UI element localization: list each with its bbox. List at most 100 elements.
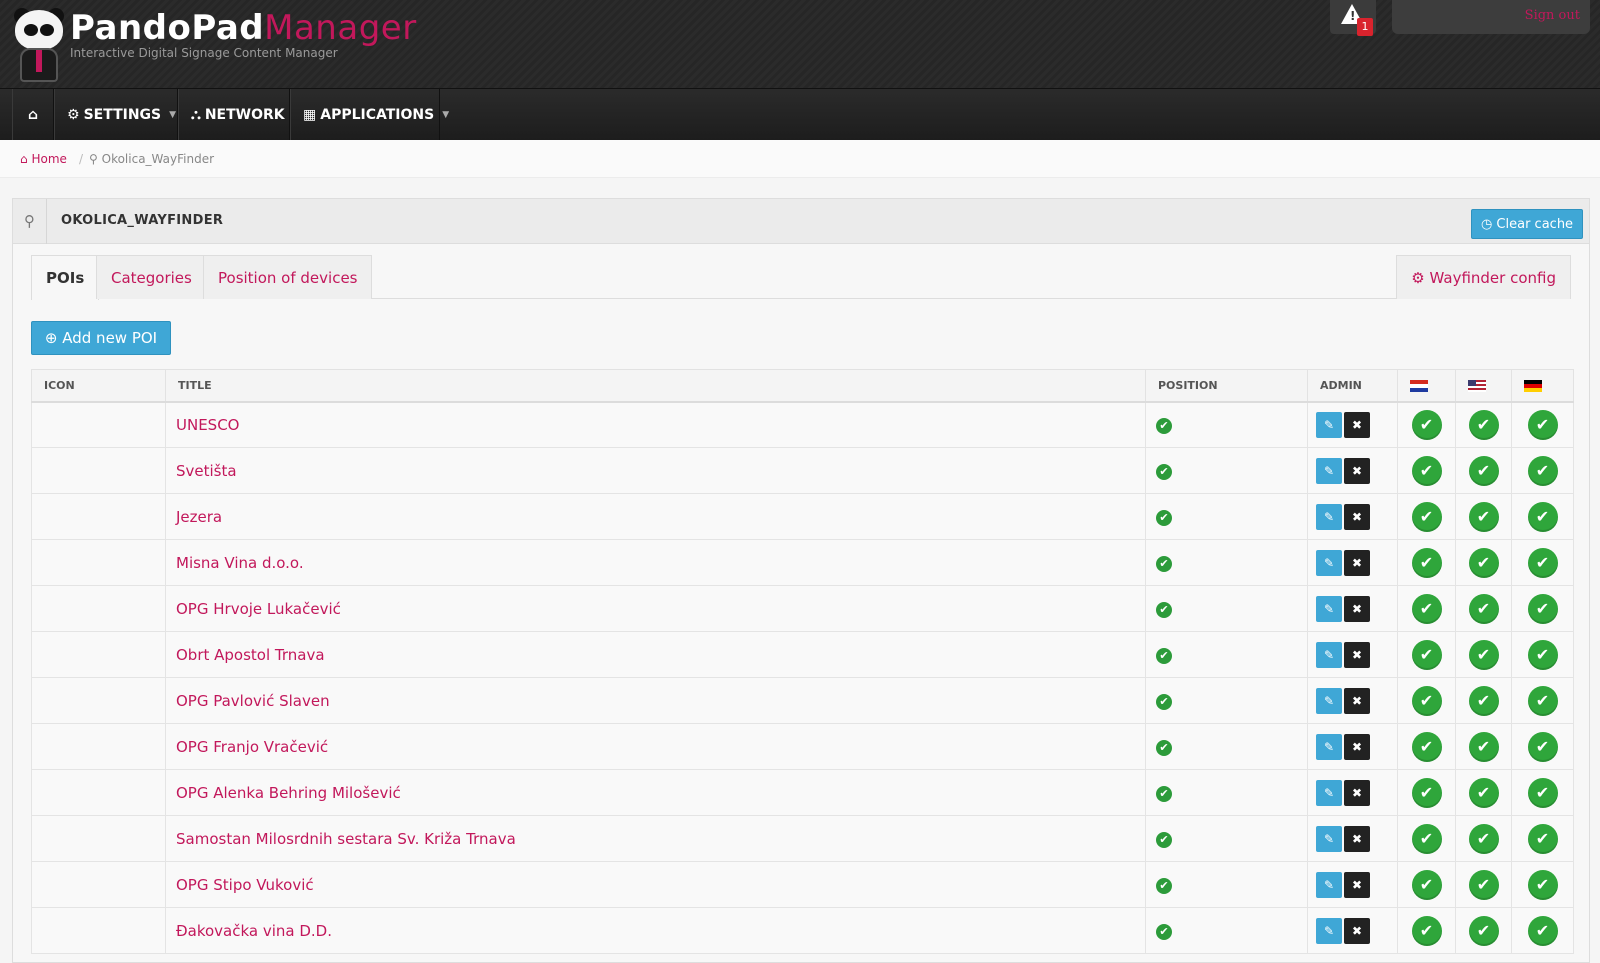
check-circle-icon[interactable]: ✔ (1411, 593, 1442, 624)
breadcrumb-home[interactable]: ⌂ Home (20, 152, 67, 166)
check-circle-icon[interactable]: ✔ (1527, 639, 1558, 670)
table-row[interactable]: Obrt Apostol Trnava ✔ ✎ ✖ ✔ ✔ ✔ (31, 631, 1574, 678)
table-row[interactable]: OPG Hrvoje Lukačević ✔ ✎ ✖ ✔ ✔ ✔ (31, 585, 1574, 632)
delete-button[interactable]: ✖ (1344, 825, 1370, 852)
tab-pois[interactable]: POIs (31, 255, 100, 300)
wayfinder-config-button[interactable]: ⚙ Wayfinder config (1396, 255, 1571, 299)
table-row[interactable]: OPG Franjo Vračević ✔ ✎ ✖ ✔ ✔ ✔ (31, 723, 1574, 770)
check-circle-icon[interactable]: ✔ (1468, 455, 1499, 486)
poi-title-link[interactable]: OPG Hrvoje Lukačević (165, 585, 1146, 632)
check-circle-icon[interactable]: ✔ (1411, 915, 1442, 946)
app-logo[interactable]: PandoPadManager Interactive Digital Sign… (12, 8, 417, 84)
edit-button[interactable]: ✎ (1316, 457, 1342, 484)
delete-button[interactable]: ✖ (1344, 641, 1370, 668)
check-circle-icon[interactable]: ✔ (1411, 501, 1442, 532)
table-row[interactable]: Svetišta ✔ ✎ ✖ ✔ ✔ ✔ (31, 447, 1574, 494)
delete-button[interactable]: ✖ (1344, 411, 1370, 438)
table-row[interactable]: OPG Alenka Behring Milošević ✔ ✎ ✖ ✔ ✔ ✔ (31, 769, 1574, 816)
check-circle-icon[interactable]: ✔ (1527, 869, 1558, 900)
check-circle-icon[interactable]: ✔ (1468, 915, 1499, 946)
edit-button[interactable]: ✎ (1316, 871, 1342, 898)
delete-button[interactable]: ✖ (1344, 503, 1370, 530)
column-header-position[interactable]: POSITION (1145, 369, 1308, 403)
edit-button[interactable]: ✎ (1316, 825, 1342, 852)
delete-button[interactable]: ✖ (1344, 687, 1370, 714)
check-circle-icon[interactable]: ✔ (1468, 593, 1499, 624)
check-circle-icon[interactable]: ✔ (1411, 547, 1442, 578)
nav-network[interactable]: ⛬ NETWORK (178, 89, 290, 141)
edit-button[interactable]: ✎ (1316, 917, 1342, 944)
sign-out-link[interactable]: Sign out (1525, 8, 1580, 23)
check-circle-icon[interactable]: ✔ (1468, 409, 1499, 440)
check-circle-icon[interactable]: ✔ (1468, 547, 1499, 578)
check-circle-icon[interactable]: ✔ (1411, 777, 1442, 808)
edit-button[interactable]: ✎ (1316, 733, 1342, 760)
poi-title-link[interactable]: Đakovačka vina D.D. (165, 907, 1146, 954)
poi-title-link[interactable]: OPG Pavlović Slaven (165, 677, 1146, 724)
check-circle-icon[interactable]: ✔ (1411, 639, 1442, 670)
check-circle-icon[interactable]: ✔ (1411, 685, 1442, 716)
table-row[interactable]: OPG Pavlović Slaven ✔ ✎ ✖ ✔ ✔ ✔ (31, 677, 1574, 724)
check-circle-icon[interactable]: ✔ (1411, 455, 1442, 486)
check-circle-icon[interactable]: ✔ (1527, 777, 1558, 808)
poi-title-link[interactable]: Obrt Apostol Trnava (165, 631, 1146, 678)
edit-button[interactable]: ✎ (1316, 641, 1342, 668)
add-new-poi-button[interactable]: ⊕ Add new POI (31, 321, 171, 355)
poi-title-link[interactable]: OPG Franjo Vračević (165, 723, 1146, 770)
check-circle-icon[interactable]: ✔ (1527, 731, 1558, 762)
edit-button[interactable]: ✎ (1316, 549, 1342, 576)
delete-button[interactable]: ✖ (1344, 917, 1370, 944)
table-row[interactable]: Misna Vina d.o.o. ✔ ✎ ✖ ✔ ✔ ✔ (31, 539, 1574, 586)
poi-title-link[interactable]: Jezera (165, 493, 1146, 540)
table-row[interactable]: Jezera ✔ ✎ ✖ ✔ ✔ ✔ (31, 493, 1574, 540)
poi-title-link[interactable]: Misna Vina d.o.o. (165, 539, 1146, 586)
check-circle-icon[interactable]: ✔ (1468, 823, 1499, 854)
check-circle-icon[interactable]: ✔ (1527, 593, 1558, 624)
poi-title-link[interactable]: OPG Alenka Behring Milošević (165, 769, 1146, 816)
delete-button[interactable]: ✖ (1344, 595, 1370, 622)
edit-button[interactable]: ✎ (1316, 779, 1342, 806)
table-row[interactable]: Đakovačka vina D.D. ✔ ✎ ✖ ✔ ✔ ✔ (31, 907, 1574, 954)
column-header-icon[interactable]: ICON (31, 369, 166, 403)
check-circle-icon[interactable]: ✔ (1527, 823, 1558, 854)
check-circle-icon[interactable]: ✔ (1468, 501, 1499, 532)
check-circle-icon[interactable]: ✔ (1468, 685, 1499, 716)
check-circle-icon[interactable]: ✔ (1527, 915, 1558, 946)
check-circle-icon[interactable]: ✔ (1527, 455, 1558, 486)
tab-categories[interactable]: Categories (96, 255, 207, 299)
column-header-title[interactable]: TITLE (165, 369, 1146, 403)
tab-position-of-devices[interactable]: Position of devices (203, 255, 373, 299)
nav-home[interactable]: ⌂ (12, 89, 54, 141)
user-menu[interactable]: Sign out (1392, 0, 1590, 34)
delete-button[interactable]: ✖ (1344, 733, 1370, 760)
delete-button[interactable]: ✖ (1344, 871, 1370, 898)
nav-applications[interactable]: ▦ APPLICATIONS ▼ (290, 89, 449, 141)
poi-title-link[interactable]: Svetišta (165, 447, 1146, 494)
check-circle-icon[interactable]: ✔ (1527, 409, 1558, 440)
delete-button[interactable]: ✖ (1344, 457, 1370, 484)
delete-button[interactable]: ✖ (1344, 549, 1370, 576)
check-circle-icon[interactable]: ✔ (1411, 869, 1442, 900)
table-row[interactable]: OPG Stipo Vuković ✔ ✎ ✖ ✔ ✔ ✔ (31, 861, 1574, 908)
check-circle-icon[interactable]: ✔ (1527, 547, 1558, 578)
poi-title-link[interactable]: UNESCO (165, 401, 1146, 448)
check-circle-icon[interactable]: ✔ (1527, 685, 1558, 716)
table-row[interactable]: Samostan Milosrdnih sestara Sv. Križa Tr… (31, 815, 1574, 862)
check-circle-icon[interactable]: ✔ (1411, 409, 1442, 440)
poi-title-link[interactable]: OPG Stipo Vuković (165, 861, 1146, 908)
clear-cache-button[interactable]: ◷ Clear cache (1471, 209, 1583, 239)
poi-title-link[interactable]: Samostan Milosrdnih sestara Sv. Križa Tr… (165, 815, 1146, 862)
check-circle-icon[interactable]: ✔ (1468, 639, 1499, 670)
nav-settings[interactable]: ⚙ SETTINGS ▼ (54, 89, 178, 141)
check-circle-icon[interactable]: ✔ (1468, 869, 1499, 900)
edit-button[interactable]: ✎ (1316, 411, 1342, 438)
check-circle-icon[interactable]: ✔ (1411, 731, 1442, 762)
check-circle-icon[interactable]: ✔ (1468, 731, 1499, 762)
check-circle-icon[interactable]: ✔ (1468, 777, 1499, 808)
edit-button[interactable]: ✎ (1316, 687, 1342, 714)
delete-button[interactable]: ✖ (1344, 779, 1370, 806)
check-circle-icon[interactable]: ✔ (1527, 501, 1558, 532)
table-row[interactable]: UNESCO ✔ ✎ ✖ ✔ ✔ ✔ (31, 401, 1574, 448)
check-circle-icon[interactable]: ✔ (1411, 823, 1442, 854)
edit-button[interactable]: ✎ (1316, 595, 1342, 622)
